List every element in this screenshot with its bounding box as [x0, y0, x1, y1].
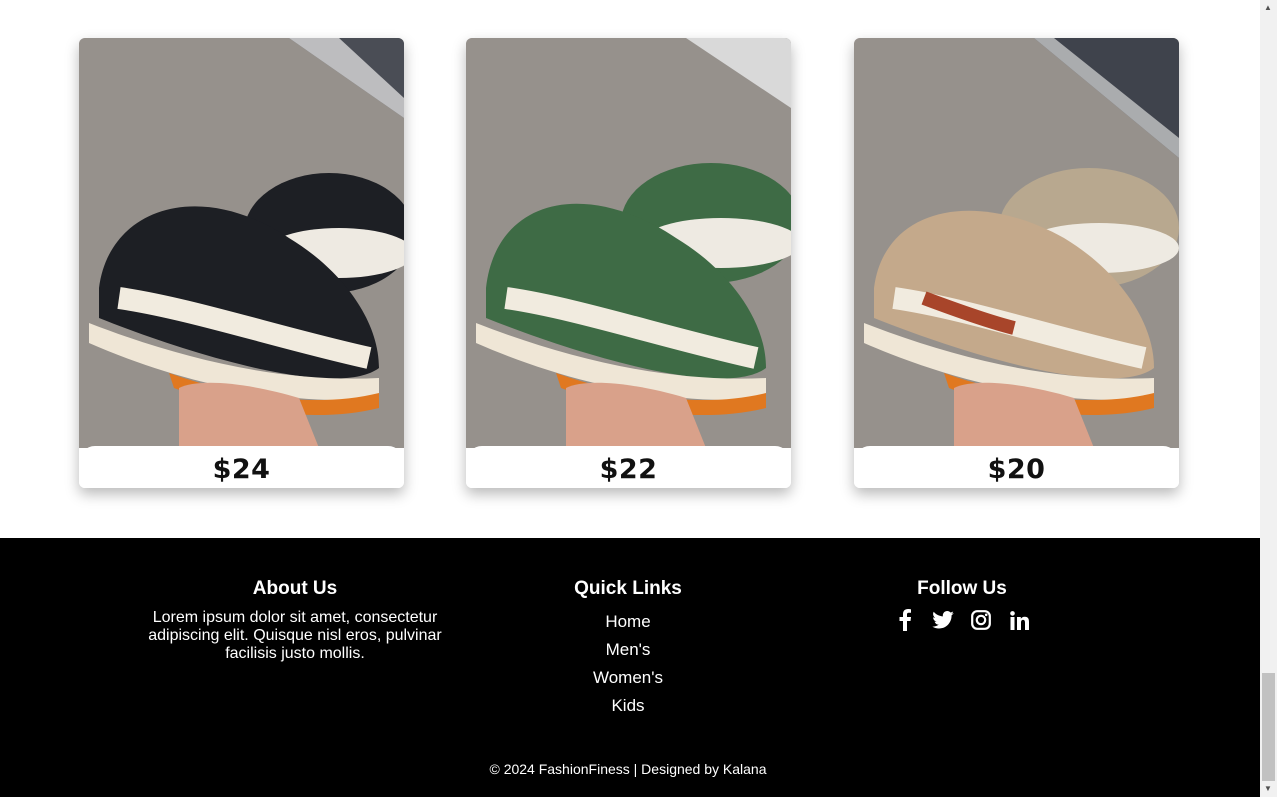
- product-card[interactable]: $24: [79, 38, 404, 488]
- price-bar: $24: [79, 446, 404, 488]
- product-image[interactable]: [854, 38, 1179, 448]
- link-home[interactable]: Home: [528, 608, 728, 636]
- scroll-down-arrow-icon[interactable]: ▼: [1264, 784, 1272, 793]
- quick-links-list: Home Men's Women's Kids: [528, 608, 728, 720]
- instagram-icon[interactable]: [969, 608, 993, 632]
- product-card[interactable]: $20: [854, 38, 1179, 488]
- footer: About Us Lorem ipsum dolor sit amet, con…: [0, 538, 1260, 797]
- price-bar: $20: [854, 446, 1179, 488]
- link-womens[interactable]: Women's: [528, 664, 728, 692]
- product-image[interactable]: [79, 38, 404, 448]
- about-title: About Us: [252, 578, 338, 599]
- quick-links-title: Quick Links: [574, 578, 682, 599]
- price-bar: $22: [466, 446, 791, 488]
- twitter-icon[interactable]: [931, 608, 955, 632]
- product-card[interactable]: $22: [466, 38, 791, 488]
- follow-title: Follow Us: [917, 578, 1007, 599]
- facebook-icon[interactable]: [893, 608, 917, 632]
- about-text: Lorem ipsum dolor sit amet, consectetur …: [148, 609, 442, 662]
- product-image[interactable]: [466, 38, 791, 448]
- scroll-up-arrow-icon[interactable]: ▲: [1264, 3, 1272, 12]
- copyright-text: © 2024 FashionFiness | Designed by Kalan…: [489, 761, 767, 777]
- product-price: $24: [212, 453, 271, 485]
- social-icons: [862, 608, 1062, 632]
- page: $24 $22 $20 About Us Lorem ipsum dolor s…: [0, 0, 1260, 797]
- scrollbar-thumb[interactable]: [1262, 673, 1275, 781]
- link-mens[interactable]: Men's: [528, 636, 728, 664]
- linkedin-icon[interactable]: [1007, 608, 1031, 632]
- product-price: $20: [987, 453, 1046, 485]
- vertical-scrollbar[interactable]: ▲ ▼: [1260, 0, 1277, 797]
- link-kids[interactable]: Kids: [528, 692, 728, 720]
- product-price: $22: [599, 453, 658, 485]
